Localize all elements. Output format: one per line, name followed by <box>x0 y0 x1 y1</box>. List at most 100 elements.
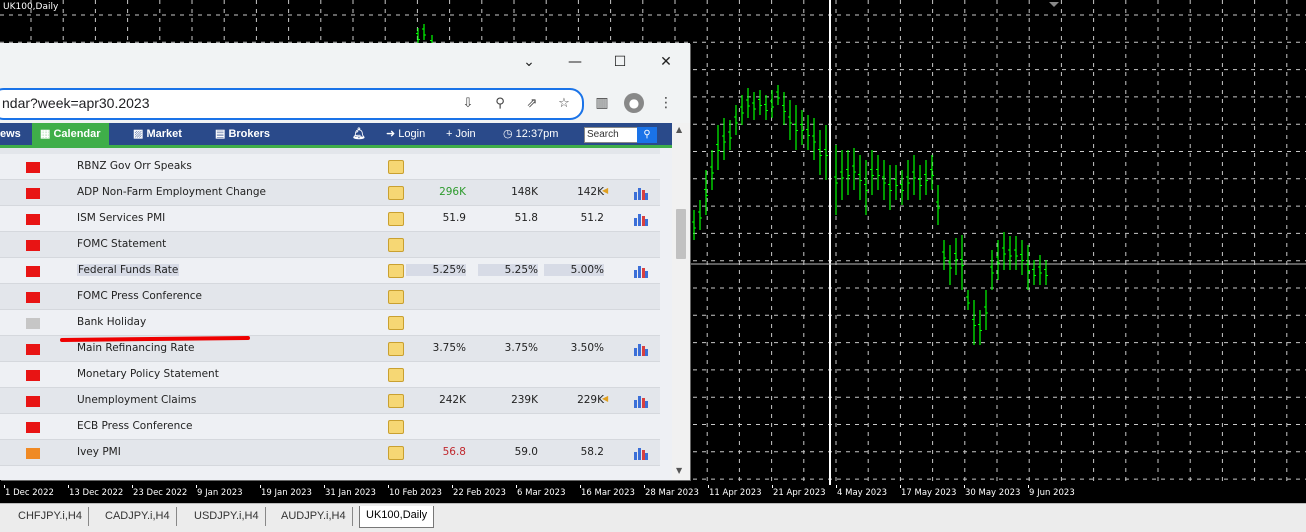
event-detail-folder-icon[interactable] <box>388 394 404 408</box>
event-actual-value: 5.25% <box>406 264 466 276</box>
zoom-icon[interactable]: ⚲ <box>491 95 509 113</box>
event-name[interactable]: Bank Holiday <box>77 316 146 328</box>
nav-market[interactable]: ▨ Market <box>133 123 182 145</box>
chart-tab[interactable]: USDJPY.i,H4 <box>188 507 266 526</box>
event-detail-folder-icon[interactable] <box>388 420 404 434</box>
history-chart-icon[interactable] <box>634 263 648 278</box>
event-name[interactable]: Monetary Policy Statement <box>77 368 219 380</box>
maximize-button[interactable]: ☐ <box>608 51 632 73</box>
profile-avatar-icon[interactable]: ● <box>624 93 644 113</box>
history-chart-icon[interactable] <box>634 393 648 408</box>
event-detail-folder-icon[interactable] <box>388 290 404 304</box>
calendar-event-row[interactable]: Bank Holiday <box>0 310 660 336</box>
event-detail-folder-icon[interactable] <box>388 342 404 356</box>
brokers-icon: ▤ <box>215 128 229 140</box>
page-scrollbar[interactable]: ▲ ▼ <box>672 123 690 480</box>
event-name[interactable]: ADP Non-Farm Employment Change <box>77 186 266 198</box>
nav-login[interactable]: ➜ Login <box>386 123 425 145</box>
side-panel-icon[interactable]: ▥ <box>592 93 612 113</box>
address-bar[interactable]: ⇩ ⚲ ⇗ ☆ <box>0 88 584 120</box>
event-detail-folder-icon[interactable] <box>388 368 404 382</box>
share-icon[interactable]: ⇗ <box>523 95 541 113</box>
calendar-event-row[interactable]: FOMC Press Conference <box>0 284 660 310</box>
nav-calendar[interactable]: ▦ Calendar <box>32 123 109 145</box>
event-detail-folder-icon[interactable] <box>388 264 404 278</box>
chart-tab[interactable]: CADJPY.i,H4 <box>99 507 177 526</box>
time-axis-tick <box>452 485 453 488</box>
calendar-event-row[interactable]: ADP Non-Farm Employment Change 296K 148K 14… <box>0 180 660 206</box>
event-name[interactable]: Ivey PMI <box>77 446 121 458</box>
site-search-input[interactable]: Search <box>584 127 640 143</box>
event-name[interactable]: Main Refinancing Rate <box>77 342 194 354</box>
time-axis-label: 9 Jun 2023 <box>1029 488 1075 498</box>
chart-tab[interactable]: UK100,Daily <box>359 506 435 528</box>
event-name[interactable]: RBNZ Gov Orr Speaks <box>77 160 192 172</box>
time-axis-tick <box>260 485 261 488</box>
event-detail-folder-icon[interactable] <box>388 160 404 174</box>
event-name[interactable]: FOMC Statement <box>77 238 166 250</box>
close-button[interactable]: ✕ <box>654 51 678 73</box>
minimize-button[interactable]: — <box>563 51 587 73</box>
event-actual-value: 3.75% <box>432 342 466 354</box>
nav-news[interactable]: ews <box>0 123 21 145</box>
scroll-up-icon[interactable]: ▲ <box>676 125 682 134</box>
calendar-event-row[interactable]: Monetary Policy Statement <box>0 362 660 388</box>
bookmark-star-icon[interactable]: ☆ <box>555 95 573 113</box>
event-name[interactable]: ECB Press Conference <box>77 420 192 432</box>
calendar-event-row[interactable]: RBNZ Gov Orr Speaks <box>0 154 660 180</box>
event-detail-folder-icon[interactable] <box>388 212 404 226</box>
nav-brokers[interactable]: ▤ Brokers <box>215 123 270 145</box>
revision-arrow-icon: ◀ <box>602 394 609 403</box>
time-axis-label: 19 Jan 2023 <box>261 488 312 498</box>
history-chart-icon[interactable] <box>634 445 648 460</box>
browser-window: ⌄ — ☐ ✕ ⇩ ⚲ ⇗ ☆ ▥ ● ⋮ ews ▦ Calendar ▨ M… <box>0 43 690 480</box>
calendar-event-row[interactable]: FOMC Statement <box>0 232 660 258</box>
calendar-event-row[interactable]: Ivey PMI 56.8 59.0 58.2 <box>0 440 660 466</box>
search-icon[interactable]: ⚲ <box>637 127 657 143</box>
address-row: ⇩ ⚲ ⇗ ☆ ▥ ● ⋮ <box>0 83 690 123</box>
event-name[interactable]: ISM Services PMI <box>77 212 165 224</box>
event-previous-value: 142K <box>577 186 604 198</box>
site-navigation: ews ▦ Calendar ▨ Market ▤ Brokers 🔔︎ ➜ L… <box>0 123 672 148</box>
chart-tab[interactable]: AUDJPY.i,H4 <box>275 507 353 526</box>
time-axis-label: 1 Dec 2022 <box>5 488 54 498</box>
notification-bell-icon[interactable]: 🔔︎ <box>352 123 366 145</box>
impact-flag-icon <box>26 344 40 355</box>
history-chart-icon[interactable] <box>634 341 648 356</box>
event-name[interactable]: Unemployment Claims <box>77 394 196 406</box>
event-detail-folder-icon[interactable] <box>388 186 404 200</box>
calendar-event-row[interactable]: Unemployment Claims 242K 239K 229K ◀ <box>0 388 660 414</box>
event-forecast-value: 3.75% <box>504 342 538 354</box>
impact-flag-icon <box>26 266 40 277</box>
event-forecast-value: 5.25% <box>478 264 538 276</box>
event-detail-folder-icon[interactable] <box>388 446 404 460</box>
time-axis-tick <box>68 485 69 488</box>
time-axis-tick <box>516 485 517 488</box>
time-axis-label: 17 May 2023 <box>901 488 957 498</box>
nav-join-label: Join <box>455 128 476 140</box>
calendar-event-row[interactable]: ECB Press Conference <box>0 414 660 440</box>
time-axis-tick <box>772 485 773 488</box>
tab-list-chevron-icon[interactable]: ⌄ <box>517 51 541 73</box>
calendar-event-row[interactable]: Federal Funds Rate 5.25% 5.25% 5.00% <box>0 258 660 284</box>
scroll-down-icon[interactable]: ▼ <box>676 466 682 475</box>
event-name[interactable]: FOMC Press Conference <box>77 290 202 302</box>
calendar-event-row[interactable]: ISM Services PMI 51.9 51.8 51.2 <box>0 206 660 232</box>
history-chart-icon[interactable] <box>634 211 648 226</box>
install-app-icon[interactable]: ⇩ <box>459 95 477 113</box>
time-axis-label: 30 May 2023 <box>965 488 1021 498</box>
event-forecast-value: 51.8 <box>514 212 538 224</box>
event-name[interactable]: Federal Funds Rate <box>77 264 180 276</box>
chart-tab[interactable]: CHFJPY.i,H4 <box>12 507 89 526</box>
event-detail-folder-icon[interactable] <box>388 238 404 252</box>
scroll-thumb[interactable] <box>676 209 686 259</box>
history-chart-icon[interactable] <box>634 185 648 200</box>
event-previous-value: 5.00% <box>544 264 604 276</box>
time-axis-label: 23 Dec 2022 <box>133 488 188 498</box>
event-detail-folder-icon[interactable] <box>388 316 404 330</box>
time-axis-tick <box>324 485 325 488</box>
url-input[interactable] <box>2 94 442 112</box>
browser-menu-icon[interactable]: ⋮ <box>656 93 676 113</box>
nav-join[interactable]: + Join <box>446 123 476 145</box>
clock-time-label: 12:37pm <box>515 128 559 140</box>
